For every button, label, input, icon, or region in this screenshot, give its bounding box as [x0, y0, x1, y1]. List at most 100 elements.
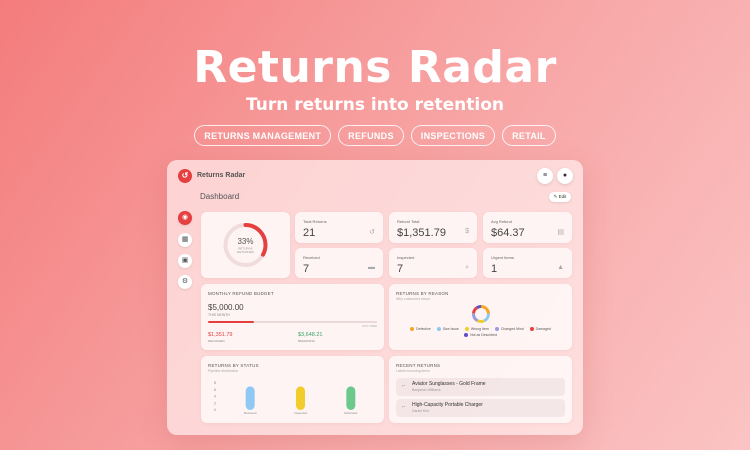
- legend-label: Changed Mind: [500, 327, 524, 331]
- stat-label: Inspected: [397, 255, 415, 260]
- sidebar-item-inventory[interactable]: ▣: [178, 254, 192, 268]
- stat-card-urgent-items[interactable]: Urgent Items 1 ▲: [483, 248, 572, 278]
- returning-card: 33% RETURNS RETURNED: [201, 212, 290, 278]
- status-card: RETURNS BY STATUS Pipeline distribution …: [201, 356, 384, 423]
- reasons-legend: Defective Size Issue Wrong Item Changed Min…: [409, 327, 552, 337]
- legend-item: Size Issue: [436, 327, 459, 331]
- search-icon: ⌕: [465, 264, 469, 271]
- stat-label: Urgent Items: [491, 255, 514, 260]
- budget-progress-track: [208, 321, 377, 323]
- list-item[interactable]: ↩ High-Capacity Portable Charger Daniel …: [396, 399, 565, 417]
- app-window: ↺ Returns Radar ≡ ● Dashboard ✎ Edit ◉ ▦…: [167, 160, 583, 435]
- legend-label: Damaged: [535, 327, 551, 331]
- tag-refunds: REFUNDS: [338, 125, 404, 146]
- y-tick-label: 0: [214, 408, 216, 412]
- reasons-subtitle: Why customers return: [396, 297, 431, 301]
- legend-item: Damaged: [529, 327, 551, 331]
- legend-dot: [529, 327, 534, 331]
- stat-card-received[interactable]: Received 7 ▬: [295, 248, 383, 278]
- menu-icon[interactable]: ≡: [537, 168, 553, 184]
- edit-button[interactable]: ✎ Edit: [549, 192, 571, 202]
- hero-subtitle: Turn returns into retention: [246, 95, 504, 115]
- stat-value: 1: [491, 263, 498, 275]
- refunded-value: $1,351.79: [208, 332, 233, 338]
- legend-dot: [464, 327, 469, 331]
- x-tick-label: Inspected: [294, 411, 307, 415]
- logo-icon[interactable]: ↺: [178, 169, 192, 183]
- legend-label: Wrong Item: [470, 327, 489, 331]
- refunded-label: REFUNDED: [208, 339, 225, 343]
- dollar-icon: $: [465, 228, 469, 235]
- hero-title: Returns Radar: [193, 42, 557, 93]
- calendar-icon: ▦: [181, 236, 189, 243]
- stat-card-total-returns[interactable]: Total Returns 21 ↺: [295, 212, 383, 243]
- tag-retail: RETAIL: [502, 125, 556, 146]
- app-header: ↺ Returns Radar ≡ ●: [167, 160, 583, 192]
- user-icon[interactable]: ●: [557, 168, 573, 184]
- reasons-title: RETURNS BY REASON: [396, 291, 449, 296]
- y-tick-label: 2: [214, 401, 216, 405]
- budget-card: MONTHLY REFUND BUDGET $5,000.00 THIS MON…: [201, 284, 384, 350]
- sidebar-item-calendar[interactable]: ▦: [178, 233, 192, 247]
- legend-dot: [410, 327, 415, 331]
- legend-item: Changed Mind: [494, 327, 524, 331]
- stat-card-avg-refund[interactable]: Avg Refund $64.37 ▤: [483, 212, 572, 243]
- sidebar-item-settings[interactable]: ⚙: [178, 275, 192, 289]
- item-customer: Daniel Kim: [412, 409, 429, 413]
- stat-value: $64.37: [491, 227, 525, 239]
- list-item[interactable]: ↩ Aviator Sunglasses - Gold Frame Benjam…: [396, 378, 565, 396]
- y-tick-label: 6: [214, 388, 216, 392]
- x-tick-label: Received: [244, 411, 257, 415]
- donut-label-2: RETURNED: [237, 250, 255, 254]
- budget-period: THIS MONTH: [208, 313, 230, 317]
- stat-label: Total Returns: [303, 219, 327, 224]
- y-tick-label: 4: [214, 395, 216, 399]
- brand-name: Returns Radar: [197, 172, 246, 179]
- tag-inspections: INSPECTIONS: [410, 125, 496, 146]
- recent-subtitle: Latest incoming items: [396, 369, 430, 373]
- stat-value: 21: [303, 227, 316, 239]
- sidebar-item-dashboard[interactable]: ◉: [178, 211, 192, 225]
- stat-label: Refund Total: [397, 219, 420, 224]
- undo-icon: ↺: [369, 229, 375, 236]
- reasons-donut: [472, 305, 490, 323]
- status-bar[interactable]: [296, 386, 305, 410]
- tag-returns-management: RETURNS MANAGEMENT: [194, 125, 332, 146]
- status-bar[interactable]: [346, 386, 356, 410]
- legend-dot: [436, 327, 441, 331]
- stat-value: 7: [303, 263, 310, 275]
- item-name: Aviator Sunglasses - Gold Frame: [412, 381, 486, 387]
- recent-title: RECENT RETURNS: [396, 363, 441, 368]
- legend-label: Not as Described: [470, 333, 497, 337]
- box-icon: ▣: [181, 257, 189, 264]
- item-customer: Benjamin Williams: [412, 388, 441, 392]
- status-bar[interactable]: [245, 386, 255, 410]
- budget-used-label: 27% USED: [361, 324, 377, 328]
- return-arrow-icon: ↩: [402, 383, 406, 388]
- stat-label: Received: [303, 255, 320, 260]
- y-tick-label: 8: [214, 381, 216, 385]
- stat-card-inspected[interactable]: Inspected 7 ⌕: [389, 248, 477, 278]
- legend-dot: [464, 333, 469, 337]
- stat-label: Avg Refund: [491, 219, 512, 224]
- budget-title: MONTHLY REFUND BUDGET: [208, 291, 274, 296]
- stat-value: 7: [397, 263, 404, 275]
- tag-list: RETURNS MANAGEMENT REFUNDS INSPECTIONS R…: [0, 125, 750, 146]
- budget-progress-fill: [208, 321, 254, 323]
- recent-card: RECENT RETURNS Latest incoming items ↩ A…: [389, 356, 572, 423]
- return-arrow-icon: ↩: [402, 404, 406, 409]
- returning-donut: 33% RETURNS RETURNED: [223, 223, 268, 267]
- remaining-value: $3,648.21: [298, 332, 323, 338]
- budget-amount: $5,000.00: [208, 303, 244, 312]
- stat-card-refund-total[interactable]: Refund Total $1,351.79 $: [389, 212, 477, 243]
- legend-label: Defective: [416, 327, 431, 331]
- legend-label: Size Issue: [442, 327, 459, 331]
- dashboard-icon: ◉: [181, 214, 189, 221]
- legend-dot: [494, 327, 499, 331]
- settings-icon: ⚙: [181, 278, 189, 285]
- status-bar-chart: 8 6 4 2 0 Received Inspected Refunded: [214, 381, 358, 415]
- legend-item: Defective: [410, 327, 431, 331]
- remaining-label: REMAINING: [298, 339, 316, 343]
- warning-icon: ▲: [557, 264, 564, 271]
- legend-item: Not as Described: [464, 333, 497, 337]
